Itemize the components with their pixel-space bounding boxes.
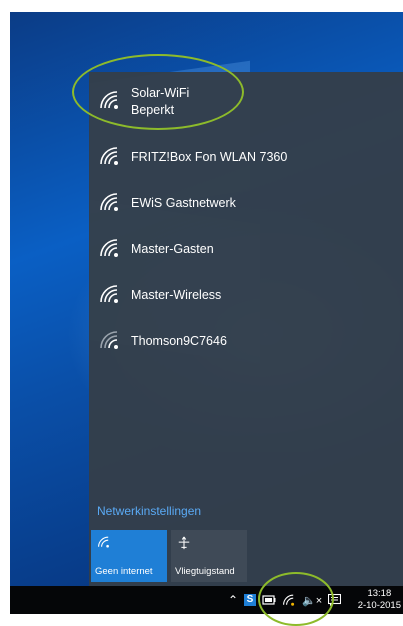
network-settings-link[interactable]: Netwerkinstellingen xyxy=(97,504,201,518)
s-app-icon[interactable]: S xyxy=(244,586,256,614)
wifi-icon xyxy=(100,147,118,165)
highlight-circle-tray xyxy=(258,572,334,626)
network-item-ewis[interactable]: EWiS Gastnetwerk xyxy=(89,180,403,226)
chevron-up-icon[interactable]: ⌃ xyxy=(228,586,238,614)
wifi-weak-icon xyxy=(100,331,118,349)
quick-action-wifi[interactable]: Geen internet xyxy=(91,530,167,582)
clock-date: 2-10-2015 xyxy=(357,600,401,611)
network-name: Master-Wireless xyxy=(131,288,222,302)
wifi-icon xyxy=(100,193,118,211)
network-name: EWiS Gastnetwerk xyxy=(131,196,236,210)
quick-action-label: Geen internet xyxy=(95,566,153,577)
quick-action-label: Vliegtuigstand xyxy=(175,566,235,577)
airplane-icon xyxy=(178,536,190,550)
wifi-icon xyxy=(100,285,118,303)
wifi-icon xyxy=(98,536,109,548)
highlight-circle-network xyxy=(72,54,244,130)
taskbar: ⌃ S 🔈× 13:18 2-10-2015 xyxy=(10,586,403,614)
network-item-thomson[interactable]: Thomson9C7646 xyxy=(89,318,403,364)
network-name: Thomson9C7646 xyxy=(131,334,227,348)
network-item-fritzbox[interactable]: FRITZ!Box Fon WLAN 7360 xyxy=(89,134,403,180)
clock-time: 13:18 xyxy=(367,588,392,599)
network-name: FRITZ!Box Fon WLAN 7360 xyxy=(131,150,288,164)
network-flyout: Solar-WiFi Beperkt FRITZ!Box Fon WLAN 73… xyxy=(89,72,403,586)
taskbar-clock[interactable]: 13:18 2-10-2015 xyxy=(358,588,401,612)
network-item-master-gasten[interactable]: Master-Gasten xyxy=(89,226,403,272)
quick-action-airplane[interactable]: Vliegtuigstand xyxy=(171,530,247,582)
wifi-icon xyxy=(100,239,118,257)
network-name: Master-Gasten xyxy=(131,242,214,256)
network-item-master-wireless[interactable]: Master-Wireless xyxy=(89,272,403,318)
